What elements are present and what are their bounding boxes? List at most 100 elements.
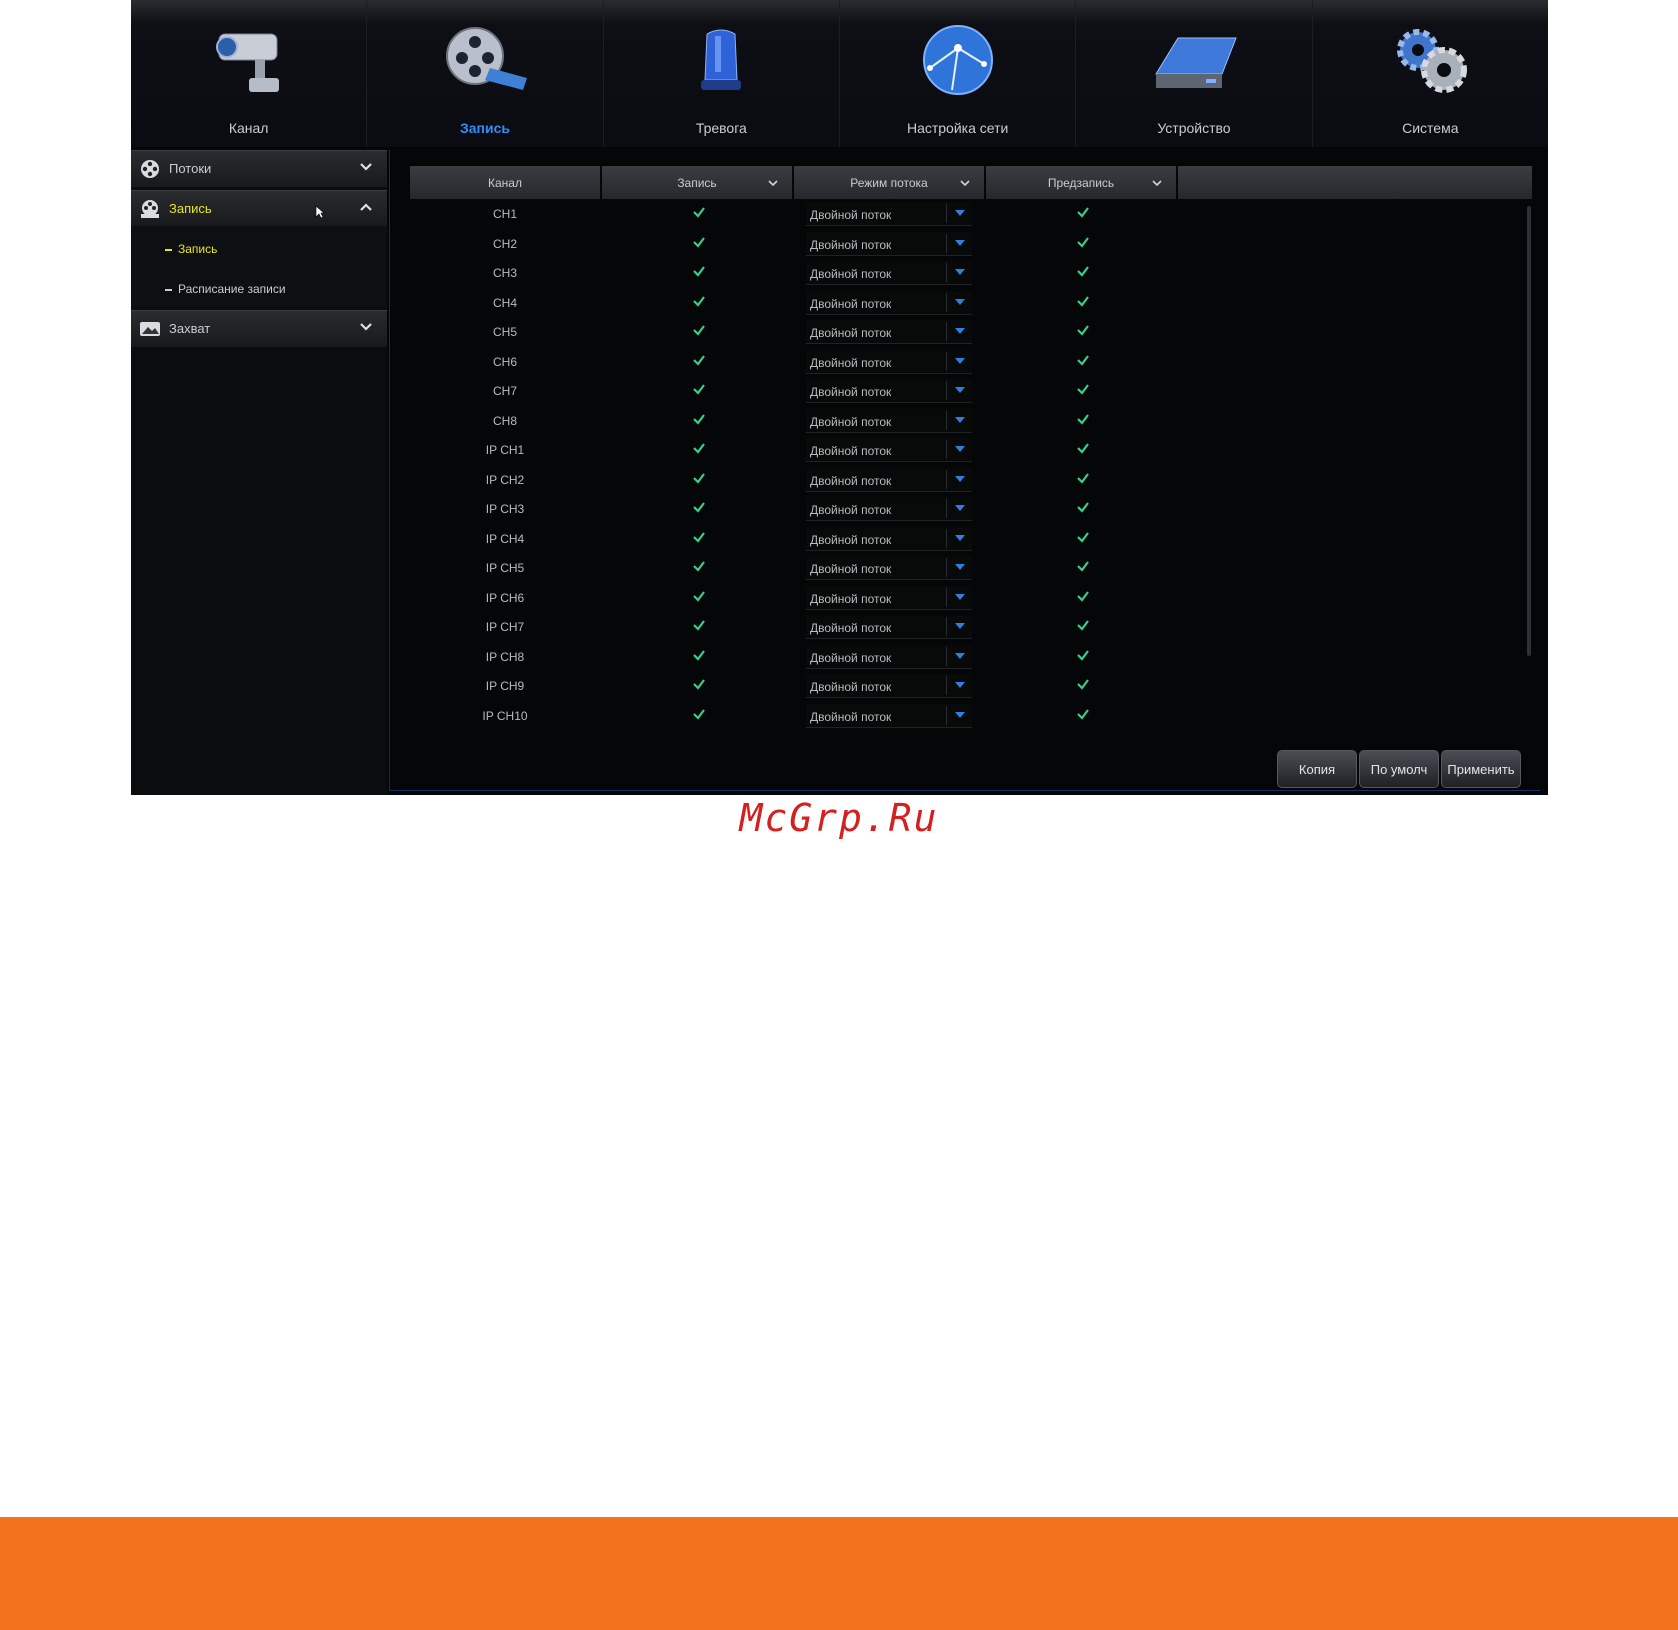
stream-mode-select[interactable]: Двойной поток bbox=[806, 261, 972, 285]
record-checkbox[interactable] bbox=[692, 707, 706, 721]
stream-mode-value: Двойной поток bbox=[810, 709, 892, 724]
prerecord-checkbox[interactable] bbox=[1076, 559, 1090, 573]
column-header-record[interactable]: Запись bbox=[602, 166, 792, 199]
stream-mode-select[interactable]: Двойной поток bbox=[806, 202, 972, 226]
stream-mode-select[interactable]: Двойной поток bbox=[806, 290, 972, 315]
prerecord-checkbox[interactable] bbox=[1076, 264, 1090, 278]
gears-icon bbox=[1397, 29, 1468, 93]
prerecord-checkbox[interactable] bbox=[1076, 323, 1090, 337]
record-checkbox[interactable] bbox=[692, 235, 706, 249]
prerecord-checkbox[interactable] bbox=[1076, 707, 1090, 721]
column-header-stream-mode[interactable]: Режим потока bbox=[794, 166, 984, 199]
table-scrollbar[interactable] bbox=[1527, 206, 1531, 656]
prerecord-checkbox[interactable] bbox=[1076, 500, 1090, 514]
column-header-label: Канал bbox=[488, 175, 522, 190]
dropdown-arrow-icon bbox=[955, 652, 965, 659]
record-checkbox[interactable] bbox=[692, 353, 706, 367]
prerecord-checkbox[interactable] bbox=[1076, 648, 1090, 662]
stream-mode-select[interactable]: Двойной поток bbox=[806, 231, 972, 256]
stream-mode-select[interactable]: Двойной поток bbox=[806, 556, 972, 580]
copy-button[interactable]: Копия bbox=[1277, 750, 1357, 788]
globe-network-icon bbox=[922, 25, 993, 95]
record-checkbox[interactable] bbox=[692, 648, 706, 662]
stream-mode-select[interactable]: Двойной поток bbox=[806, 467, 972, 492]
stream-mode-select[interactable]: Двойной поток bbox=[806, 497, 972, 521]
record-checkbox[interactable] bbox=[692, 530, 706, 544]
prerecord-checkbox[interactable] bbox=[1076, 471, 1090, 485]
default-button[interactable]: По умолч bbox=[1359, 750, 1439, 788]
record-checkbox[interactable] bbox=[692, 323, 706, 337]
stream-mode-select[interactable]: Двойной поток bbox=[806, 615, 972, 639]
table-row: IP CH1 Двойной поток bbox=[410, 435, 1510, 464]
stream-mode-select[interactable]: Двойной поток bbox=[806, 703, 972, 728]
stream-mode-value: Двойной поток bbox=[810, 237, 892, 252]
film-icon bbox=[141, 160, 159, 178]
record-checkbox[interactable] bbox=[692, 205, 706, 219]
sidebar-item-record[interactable]: Запись bbox=[165, 242, 217, 256]
stream-mode-select[interactable]: Двойной поток bbox=[806, 674, 972, 698]
record-checkbox[interactable] bbox=[692, 559, 706, 573]
record-checkbox[interactable] bbox=[692, 382, 706, 396]
record-checkbox[interactable] bbox=[692, 294, 706, 308]
tab-alarm[interactable]: Тревога bbox=[604, 0, 840, 147]
stream-mode-select[interactable]: Двойной поток bbox=[806, 320, 972, 344]
tab-device[interactable]: Устройство bbox=[1076, 0, 1313, 147]
sidebar-section-record[interactable]: Запись bbox=[131, 190, 387, 227]
stream-mode-select[interactable]: Двойной поток bbox=[806, 644, 972, 669]
table-row: IP CH4 Двойной поток bbox=[410, 524, 1510, 553]
record-checkbox[interactable] bbox=[692, 264, 706, 278]
table-row: IP CH10 Двойной поток bbox=[410, 701, 1510, 730]
stream-mode-value: Двойной поток bbox=[810, 385, 892, 399]
select-divider bbox=[946, 558, 947, 577]
tab-label: Устройство bbox=[1157, 120, 1231, 136]
tab-record[interactable]: Запись bbox=[367, 0, 604, 147]
channel-name: CH3 bbox=[492, 266, 517, 280]
tab-channel[interactable]: Канал bbox=[131, 0, 368, 147]
record-checkbox[interactable] bbox=[692, 589, 706, 603]
record-checkbox[interactable] bbox=[692, 500, 706, 514]
prerecord-checkbox[interactable] bbox=[1076, 441, 1090, 455]
dropdown-arrow-icon bbox=[955, 505, 965, 511]
dropdown-arrow-icon bbox=[955, 328, 965, 334]
sidebar-section-label: Потоки bbox=[169, 161, 212, 176]
prerecord-checkbox[interactable] bbox=[1076, 412, 1090, 426]
stream-mode-select[interactable]: Двойной поток bbox=[806, 585, 972, 610]
dropdown-arrow-icon bbox=[955, 357, 965, 364]
channel-name: CH4 bbox=[492, 295, 517, 310]
prerecord-checkbox[interactable] bbox=[1076, 530, 1090, 544]
chevron-down-icon bbox=[360, 163, 372, 171]
prerecord-checkbox[interactable] bbox=[1076, 235, 1090, 249]
prerecord-checkbox[interactable] bbox=[1076, 589, 1090, 603]
stream-mode-select[interactable]: Двойной поток bbox=[806, 526, 972, 551]
apply-button[interactable]: Применить bbox=[1441, 750, 1521, 788]
record-checkbox[interactable] bbox=[692, 618, 706, 632]
tab-system[interactable]: Система bbox=[1313, 0, 1548, 147]
stream-mode-select[interactable]: Двойной поток bbox=[806, 379, 972, 403]
sidebar-section-streams[interactable]: Потоки bbox=[131, 150, 387, 187]
record-checkbox[interactable] bbox=[692, 471, 706, 485]
column-header-prerecord[interactable]: Предзапись bbox=[986, 166, 1176, 199]
prerecord-checkbox[interactable] bbox=[1076, 294, 1090, 308]
prerecord-checkbox[interactable] bbox=[1076, 205, 1090, 219]
stream-mode-select[interactable]: Двойной поток bbox=[806, 349, 972, 374]
prerecord-checkbox[interactable] bbox=[1076, 618, 1090, 632]
sidebar-section-capture[interactable]: Захват bbox=[131, 310, 387, 347]
dropdown-arrow-icon bbox=[955, 269, 965, 275]
prerecord-checkbox[interactable] bbox=[1076, 353, 1090, 367]
record-checkbox[interactable] bbox=[692, 412, 706, 426]
prerecord-checkbox[interactable] bbox=[1076, 677, 1090, 691]
table-row: CH4 Двойной поток bbox=[410, 288, 1510, 317]
hard-drive-icon bbox=[1155, 37, 1237, 88]
table-row: CH8 Двойной поток bbox=[410, 406, 1510, 435]
sidebar-item-record-schedule[interactable]: Расписание записи bbox=[165, 282, 286, 296]
prerecord-checkbox[interactable] bbox=[1076, 382, 1090, 396]
tab-network[interactable]: Настройка сети bbox=[840, 0, 1077, 147]
stream-mode-value: Двойной поток bbox=[810, 444, 892, 458]
stream-mode-select[interactable]: Двойной поток bbox=[806, 438, 972, 462]
record-checkbox[interactable] bbox=[692, 441, 706, 455]
record-checkbox[interactable] bbox=[692, 677, 706, 691]
stream-mode-select[interactable]: Двойной поток bbox=[806, 408, 972, 433]
select-divider bbox=[946, 204, 947, 223]
select-divider bbox=[946, 469, 947, 489]
capture-image-icon bbox=[140, 322, 160, 336]
